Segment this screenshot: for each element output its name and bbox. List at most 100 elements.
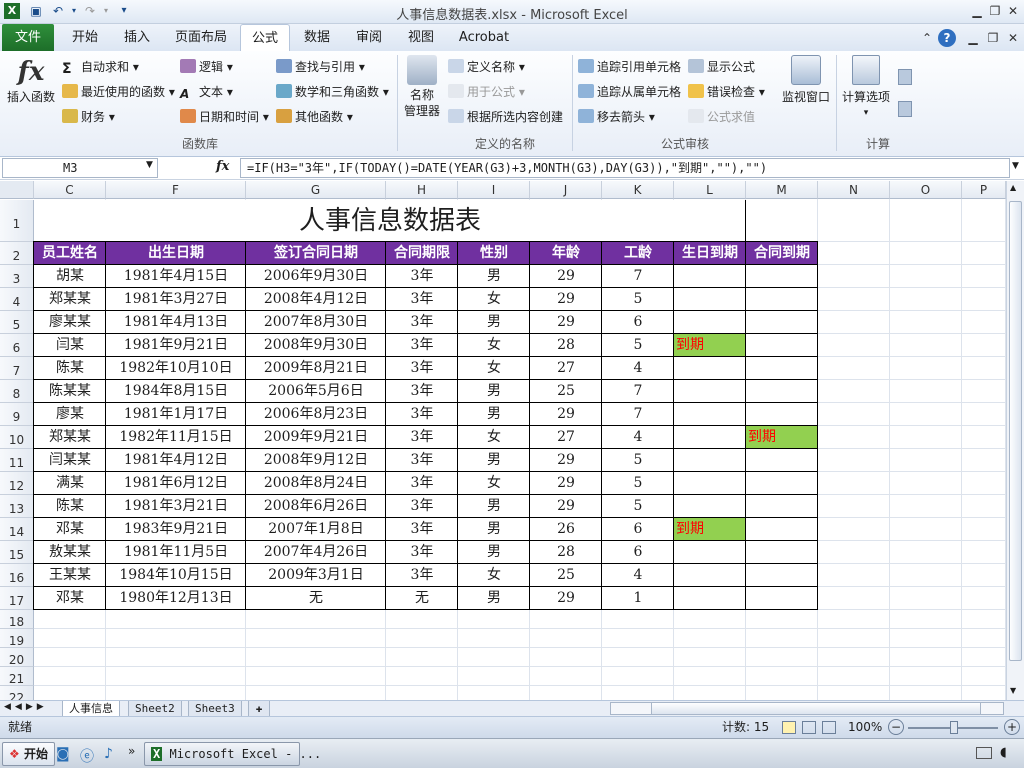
define-name-button[interactable]: 定义名称 ▾ — [448, 59, 525, 75]
table-cell[interactable]: 27 — [530, 357, 602, 380]
table-cell[interactable]: 1983年9月21日 — [106, 518, 246, 541]
scroll-thumb[interactable] — [1009, 201, 1022, 661]
name-box-dropdown-icon[interactable]: ▼ — [146, 160, 153, 170]
zoom-in-icon[interactable]: + — [1004, 719, 1020, 735]
more-functions-button[interactable]: 其他函数 ▾ — [276, 109, 353, 125]
tab-formulas[interactable]: 公式 — [240, 24, 290, 51]
row-header-10[interactable]: 10 — [0, 426, 34, 449]
help-icon[interactable]: ? — [938, 29, 956, 47]
table-cell[interactable] — [674, 265, 746, 288]
row-header-17[interactable]: 17 — [0, 587, 34, 610]
row-header-2[interactable]: 2 — [0, 242, 34, 265]
table-cell[interactable]: 1981年11月5日 — [106, 541, 246, 564]
table-cell[interactable]: 3年 — [386, 564, 458, 587]
table-cell[interactable] — [674, 472, 746, 495]
datetime-button[interactable]: 日期和时间 ▾ — [180, 109, 269, 125]
table-cell[interactable]: 2006年5月6日 — [246, 380, 386, 403]
table-cell[interactable]: 无 — [386, 587, 458, 610]
table-cell[interactable]: 4 — [602, 357, 674, 380]
doc-restore-icon[interactable]: ❐ — [984, 29, 1002, 47]
table-cell[interactable]: 邓某 — [34, 587, 106, 610]
table-cell[interactable]: 满某 — [34, 472, 106, 495]
table-cell[interactable]: 到期 — [746, 426, 818, 449]
sheet-nav-icon[interactable]: ◀◀▶▶ — [4, 702, 48, 712]
table-cell[interactable]: 1981年4月13日 — [106, 311, 246, 334]
table-cell[interactable]: 女 — [458, 334, 530, 357]
table-cell[interactable]: 2009年8月21日 — [246, 357, 386, 380]
table-cell[interactable]: 1 — [602, 587, 674, 610]
table-cell[interactable] — [746, 357, 818, 380]
table-cell[interactable]: 男 — [458, 541, 530, 564]
table-cell[interactable] — [746, 403, 818, 426]
expand-formula-icon[interactable]: ▼ — [1012, 161, 1019, 171]
table-cell[interactable]: 29 — [530, 472, 602, 495]
table-cell[interactable] — [746, 518, 818, 541]
row-header-6[interactable]: 6 — [0, 334, 34, 357]
table-cell[interactable]: 3年 — [386, 472, 458, 495]
table-cell[interactable]: 2009年9月21日 — [246, 426, 386, 449]
row-header-5[interactable]: 5 — [0, 311, 34, 334]
table-cell[interactable]: 女 — [458, 472, 530, 495]
desktop-icon[interactable]: ◙ — [56, 746, 70, 762]
row-header-15[interactable]: 15 — [0, 541, 34, 564]
tab-review[interactable]: 审阅 — [348, 24, 390, 51]
tab-data[interactable]: 数据 — [296, 24, 338, 51]
row-header-22[interactable]: 22 — [0, 686, 34, 700]
table-cell[interactable]: 5 — [602, 495, 674, 518]
header-cell[interactable]: 年龄 — [530, 242, 602, 265]
table-cell[interactable]: 2008年4月12日 — [246, 288, 386, 311]
financial-button[interactable]: 财务 ▾ — [62, 109, 115, 125]
table-cell[interactable]: 到期 — [674, 518, 746, 541]
table-cell[interactable]: 27 — [530, 426, 602, 449]
ie-icon[interactable]: ⓔ — [80, 746, 94, 766]
table-cell[interactable]: 2008年8月24日 — [246, 472, 386, 495]
table-cell[interactable]: 4 — [602, 564, 674, 587]
table-cell[interactable] — [674, 403, 746, 426]
header-cell[interactable]: 合同到期 — [746, 242, 818, 265]
table-cell[interactable] — [674, 564, 746, 587]
table-cell[interactable] — [746, 288, 818, 311]
table-cell[interactable] — [746, 472, 818, 495]
row-header-18[interactable]: 18 — [0, 610, 34, 629]
table-cell[interactable]: 1984年8月15日 — [106, 380, 246, 403]
table-cell[interactable]: 1981年3月21日 — [106, 495, 246, 518]
doc-minimize-icon[interactable]: ▁ — [964, 29, 982, 47]
table-cell[interactable]: 6 — [602, 541, 674, 564]
table-cell[interactable]: 5 — [602, 472, 674, 495]
table-cell[interactable]: 郑某某 — [34, 426, 106, 449]
row-header-9[interactable]: 9 — [0, 403, 34, 426]
row-header-12[interactable]: 12 — [0, 472, 34, 495]
table-cell[interactable]: 男 — [458, 380, 530, 403]
table-cell[interactable] — [746, 311, 818, 334]
spreadsheet-grid[interactable]: CFGHIJKLMNOP 1 2 3 4 5 6 7 8 9 10 11 12 13 14 15 16 17 18… — [0, 181, 1006, 700]
table-cell[interactable]: 闫某 — [34, 334, 106, 357]
row-header-21[interactable]: 21 — [0, 667, 34, 686]
column-header-g[interactable]: G — [246, 181, 386, 199]
table-cell[interactable]: 2008年9月12日 — [246, 449, 386, 472]
table-cell[interactable]: 5 — [602, 288, 674, 311]
hscroll-thumb[interactable] — [651, 703, 981, 714]
scroll-down-icon[interactable]: ▼ — [1010, 686, 1016, 695]
column-header-j[interactable]: J — [530, 181, 602, 199]
table-cell[interactable]: 2009年3月1日 — [246, 564, 386, 587]
header-cell[interactable]: 出生日期 — [106, 242, 246, 265]
table-cell[interactable]: 6 — [602, 518, 674, 541]
table-cell[interactable]: 29 — [530, 495, 602, 518]
row-header-11[interactable]: 11 — [0, 449, 34, 472]
use-in-formula-button[interactable]: 用于公式 ▾ — [448, 84, 525, 100]
watch-window-button[interactable]: 监视窗口 — [778, 55, 834, 105]
table-cell[interactable]: 1980年12月13日 — [106, 587, 246, 610]
table-cell[interactable]: 2007年4月26日 — [246, 541, 386, 564]
table-cell[interactable]: 3年 — [386, 449, 458, 472]
tab-file[interactable]: 文件 — [2, 24, 54, 51]
table-cell[interactable]: 3年 — [386, 518, 458, 541]
tab-home[interactable]: 开始 — [62, 24, 108, 51]
taskbar-excel-button[interactable]: X Microsoft Excel - ... — [144, 742, 321, 766]
table-cell[interactable] — [746, 265, 818, 288]
table-cell[interactable]: 29 — [530, 403, 602, 426]
row-header-13[interactable]: 13 — [0, 495, 34, 518]
table-cell[interactable] — [674, 541, 746, 564]
collapse-ribbon-icon[interactable]: ⌃ — [918, 29, 936, 47]
table-cell[interactable]: 7 — [602, 380, 674, 403]
header-cell[interactable]: 生日到期 — [674, 242, 746, 265]
